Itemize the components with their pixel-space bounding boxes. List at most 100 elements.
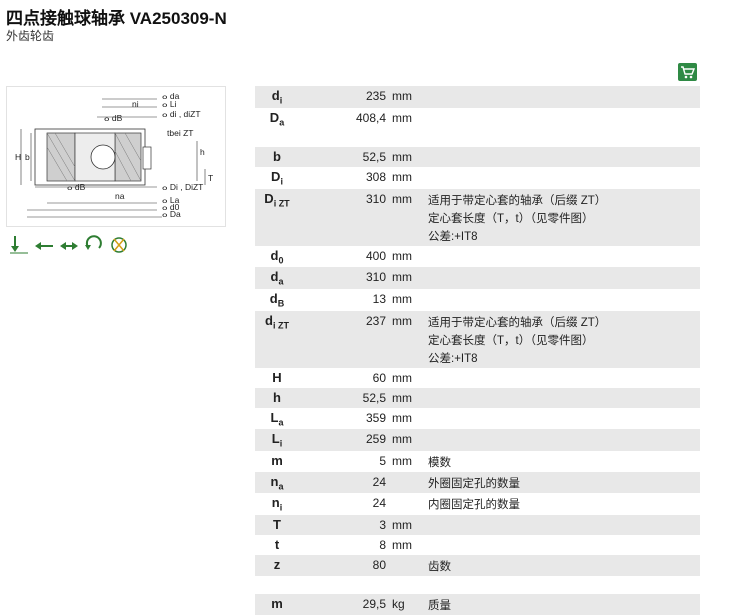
spec-symbol: Li — [271, 431, 283, 449]
spec-symbol: T — [273, 516, 281, 532]
spec-unit: mm — [392, 313, 412, 328]
spacer-row — [255, 575, 700, 594]
spec-description-line: 适用于带定心套的轴承（后缀 ZT） — [428, 316, 607, 329]
spec-symbol: Di ZT — [264, 190, 290, 209]
spec-description — [422, 267, 700, 270]
spec-row: ni 24 内圈固定孔的数量 — [255, 493, 700, 515]
spec-row: da 310 mm — [255, 267, 700, 289]
spec-description — [422, 289, 700, 292]
spec-row: Da 408,4 mm — [255, 108, 700, 130]
spec-unit: kg — [392, 596, 405, 611]
spec-symbol: dB — [269, 290, 285, 309]
spec-description: 外圈固定孔的数量 — [422, 472, 700, 493]
drawing-label: ni — [132, 99, 139, 109]
spec-description: 适用于带定心套的轴承（后缀 ZT） 定心套长度（T，t）（见零件图） 公差:+IT8 — [422, 311, 700, 368]
spec-unit — [386, 493, 422, 496]
spec-symbol: di ZT — [265, 312, 289, 331]
drawing-label: H — [15, 152, 21, 162]
spec-description-line: 外圈固定孔的数量 — [428, 477, 520, 490]
moment-load-icon — [85, 235, 102, 250]
spec-symbol: m — [271, 595, 283, 611]
spec-unit: mm — [392, 390, 412, 405]
spec-symbol: d0 — [270, 247, 284, 266]
spec-symbol: La — [270, 409, 284, 428]
spec-unit: mm — [392, 291, 412, 306]
spec-value: 52,5 — [362, 390, 386, 405]
spec-symbol: Di — [271, 169, 283, 187]
axial-load-icon — [10, 236, 28, 254]
drawing-label: b — [25, 152, 30, 162]
spec-unit: mm — [392, 110, 412, 125]
spec-row: di 235 mm — [255, 86, 700, 108]
spec-row: h 52,5 mm — [255, 387, 700, 408]
spec-row: T 3 mm — [255, 514, 700, 535]
spec-description-line: 定心套长度（T，t）（见零件图） — [428, 334, 594, 347]
spec-value: 5 — [379, 453, 386, 468]
spec-unit: mm — [392, 89, 412, 103]
spec-description-line: 内圈固定孔的数量 — [428, 499, 520, 512]
spec-symbol: ni — [271, 495, 283, 513]
spec-unit: mm — [392, 432, 412, 447]
drawing-label: ⴰ Di , DiZT — [162, 182, 203, 192]
page-subtitle: 外齿轮齿 — [6, 29, 55, 43]
spec-description — [422, 167, 700, 170]
spec-description — [422, 108, 700, 111]
spec-description — [422, 368, 700, 371]
spec-description — [422, 246, 700, 249]
spec-description-line: 定心套长度（T，t）（见零件图） — [428, 212, 594, 225]
spec-value: 80 — [372, 557, 386, 572]
load-icons-bar — [8, 233, 130, 255]
add-to-cart-icon[interactable] — [678, 63, 697, 81]
spec-value: 60 — [372, 370, 386, 385]
drawing-label: ⴰ Da — [162, 209, 181, 219]
drawing-label: h — [200, 147, 205, 157]
spec-value: 359 — [365, 410, 386, 425]
spec-row: di ZT 237 mm 适用于带定心套的轴承（后缀 ZT） 定心套长度（T，t）（见零… — [255, 310, 700, 368]
spec-value: 52,5 — [362, 150, 386, 165]
spec-symbol: da — [270, 269, 284, 287]
spacer-row — [255, 129, 700, 148]
spec-unit — [386, 472, 422, 475]
spec-description-line: 质量 — [428, 599, 451, 612]
spec-value: 3 — [379, 517, 386, 532]
spec-row: b 52,5 mm — [255, 147, 700, 168]
spec-unit: mm — [392, 270, 412, 285]
drawing-label: T — [208, 173, 213, 183]
spec-row: Li 259 mm — [255, 429, 700, 451]
spec-description-line: 公差:+IT8 — [428, 230, 478, 243]
drawing-label: ⴰ Li — [162, 99, 177, 109]
spec-unit: mm — [392, 537, 412, 552]
spec-unit: mm — [392, 453, 412, 468]
spec-row: z 80 齿数 — [255, 554, 700, 576]
radial-load-both-icon — [60, 242, 78, 250]
spec-description: 内圈固定孔的数量 — [422, 493, 700, 514]
spec-symbol: H — [272, 369, 282, 385]
spec-symbol: t — [274, 536, 280, 552]
spec-value: 308 — [365, 170, 386, 185]
spec-value: 237 — [365, 313, 386, 328]
spec-row: m 5 mm 模数 — [255, 451, 700, 472]
drawing-label: ⴰ dB — [67, 182, 86, 192]
spec-value: 13 — [372, 291, 386, 306]
spec-description — [422, 147, 700, 150]
spec-row: H 60 mm — [255, 368, 700, 388]
spec-row: m 29,5 kg 质量 — [255, 593, 700, 615]
drawing-label: na — [115, 191, 125, 201]
spec-unit — [386, 555, 422, 558]
spec-description: 模数 — [422, 451, 700, 472]
spec-description: 适用于带定心套的轴承（后缀 ZT） 定心套长度（T，t）（见零件图） 公差:+IT8 — [422, 189, 700, 246]
spec-description — [422, 429, 700, 432]
bearing-dimension-drawing: ⴰ da ⴰ Li ⴰ di , diZT ⴰ dB ni tbei ZT Hb h T ⴰ dB… — [6, 86, 226, 227]
rotation-icon — [111, 237, 127, 253]
drawing-label: ⴰ di , diZT — [162, 109, 201, 119]
spec-symbol: di — [271, 88, 283, 106]
spec-description: 齿数 — [422, 555, 700, 576]
spec-description-line: 模数 — [428, 456, 451, 469]
spec-table: di 235 mm Da 408,4 mm b 52,5 mm Di 308 mm Di ZT 310 mm… — [255, 86, 700, 615]
spec-row: na 24 外圈固定孔的数量 — [255, 471, 700, 494]
spec-row: dB 13 mm — [255, 289, 700, 311]
spec-value: 24 — [372, 496, 386, 511]
spec-description — [422, 515, 700, 518]
spec-description-line: 齿数 — [428, 560, 451, 573]
radial-load-icon — [35, 242, 53, 250]
